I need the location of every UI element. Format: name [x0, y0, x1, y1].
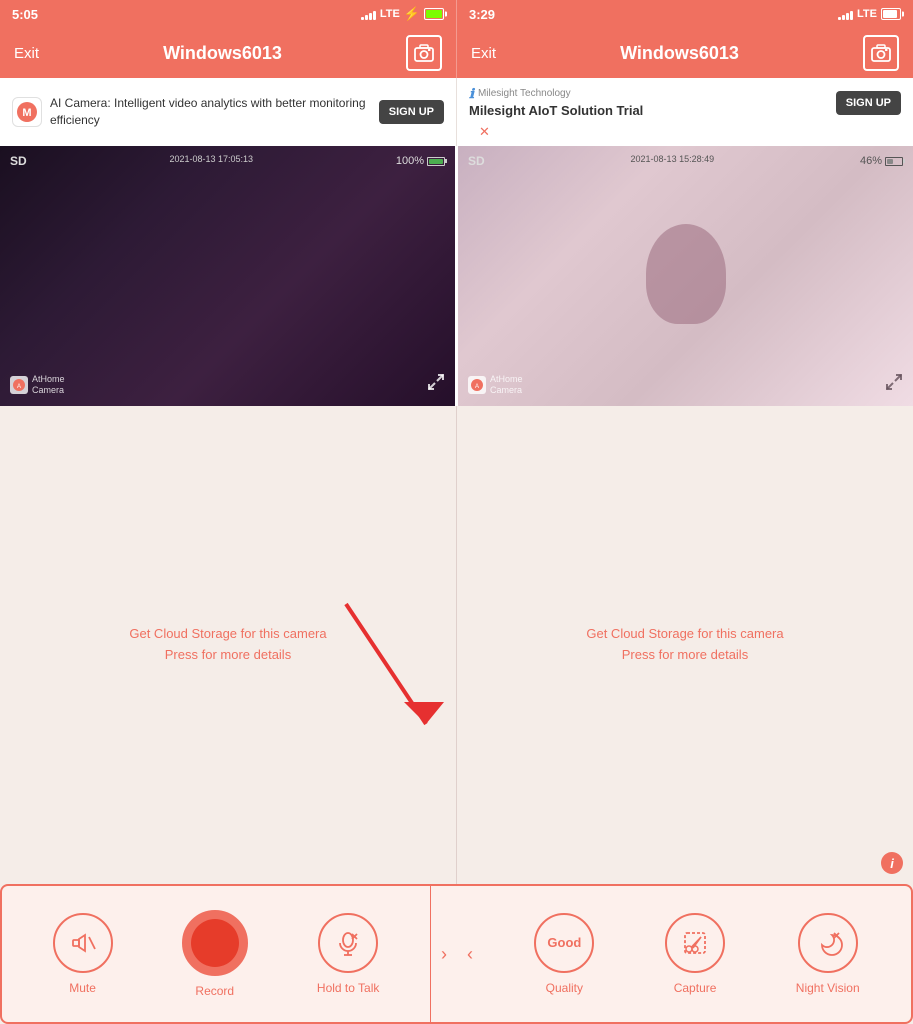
- brand-left: A AtHomeCamera: [10, 374, 65, 396]
- arrow-svg: [326, 594, 466, 754]
- cloud-storage-text-left[interactable]: Get Cloud Storage for this cameraPress f…: [129, 624, 326, 666]
- record-button[interactable]: Record: [182, 910, 248, 998]
- battery-pct-left: 100%: [396, 155, 424, 167]
- header-bar-right: Exit Windows6013: [456, 28, 913, 78]
- capture-label: Capture: [674, 981, 717, 995]
- title-left: Windows6013: [163, 43, 282, 64]
- exit-button-left[interactable]: Exit: [14, 45, 39, 62]
- mute-circle: [53, 913, 113, 973]
- datetime-right: 2021-08-13 15:28:49: [631, 154, 715, 168]
- hold-to-talk-label: Hold to Talk: [317, 981, 379, 995]
- battery-icon-right: [881, 8, 901, 20]
- video-info-top-left: SD 2021-08-13 17:05:13 100%: [0, 154, 455, 168]
- time-right: 3:29: [469, 7, 495, 22]
- video-left: SD 2021-08-13 17:05:13 100% A AtHomeCame…: [0, 146, 455, 406]
- brand-text-left: AtHomeCamera: [32, 374, 65, 396]
- capture-circle: [665, 913, 725, 973]
- sd-label-right: SD: [468, 154, 485, 168]
- bottom-toolbar: Mute Record Hold to Talk: [0, 884, 913, 1024]
- panel-right: Get Cloud Storage for this cameraPress f…: [456, 406, 913, 884]
- toolbar-right: Good Quality Capture: [483, 886, 911, 1022]
- status-bar-right: 3:29 LTE: [456, 0, 913, 28]
- ad-banner-left[interactable]: M AI Camera: Intelligent video analytics…: [0, 78, 456, 146]
- ad-close-right[interactable]: ✕: [479, 124, 490, 140]
- hold-to-talk-button[interactable]: Hold to Talk: [317, 913, 379, 995]
- camera-icon-right[interactable]: [863, 35, 899, 71]
- lte-label-left: LTE: [380, 8, 400, 20]
- night-vision-label: Night Vision: [796, 981, 860, 995]
- record-label: Record: [195, 984, 234, 998]
- camera-icon-left[interactable]: [406, 35, 442, 71]
- record-inner: [191, 919, 239, 967]
- signup-button-left[interactable]: SIGN UP: [379, 100, 444, 124]
- brand-icon-right: A: [468, 376, 486, 394]
- video-overlay-right: [458, 146, 913, 406]
- signal-icon-left: [361, 8, 376, 20]
- brand-text-right: AtHomeCamera: [490, 374, 523, 396]
- info-button[interactable]: i: [881, 852, 903, 874]
- panel-left: Get Cloud Storage for this cameraPress f…: [0, 406, 456, 884]
- nav-right-arrow[interactable]: ›: [431, 886, 457, 1022]
- record-circle: [182, 910, 248, 976]
- ad-text-right: Milesight AIoT Solution Trial: [469, 102, 643, 120]
- hold-to-talk-circle: [318, 913, 378, 973]
- video-right: SD 2021-08-13 15:28:49 46% A AtHomeCamer…: [455, 146, 913, 406]
- charging-icon-left: ⚡: [404, 6, 420, 22]
- expand-icon-right[interactable]: [885, 373, 903, 396]
- good-label: Good: [547, 936, 581, 950]
- panels-wrapper: Get Cloud Storage for this cameraPress f…: [0, 406, 913, 884]
- svg-text:A: A: [17, 384, 21, 390]
- status-bar-left: 5:05 LTE ⚡: [0, 0, 456, 28]
- video-battery-bar-left: [427, 157, 445, 166]
- datetime-left: 2021-08-13 17:05:13: [169, 154, 253, 168]
- status-bars: 5:05 LTE ⚡ 3:29 LTE: [0, 0, 913, 28]
- quality-label: Quality: [546, 981, 583, 995]
- ad-subtitle-right: Milesight Technology: [478, 87, 571, 101]
- ad-info-icon-right: ℹ: [469, 86, 474, 102]
- video-info-top-right: SD 2021-08-13 15:28:49 46%: [458, 154, 913, 168]
- signup-button-right[interactable]: SIGN UP: [836, 91, 901, 115]
- mute-label: Mute: [69, 981, 96, 995]
- cloud-storage-text-right[interactable]: Get Cloud Storage for this cameraPress f…: [586, 624, 783, 666]
- expand-icon-left[interactable]: [427, 373, 445, 396]
- video-areas: SD 2021-08-13 17:05:13 100% A AtHomeCame…: [0, 146, 913, 406]
- lte-label-right: LTE: [857, 8, 877, 20]
- ad-banner-right[interactable]: ℹ Milesight Technology Milesight AIoT So…: [456, 78, 913, 146]
- svg-text:A: A: [475, 384, 479, 390]
- video-overlay-left: [0, 146, 455, 406]
- night-vision-button[interactable]: Night Vision: [796, 913, 860, 995]
- header-bars: Exit Windows6013 Exit Windows6013: [0, 28, 913, 78]
- night-vision-circle: [798, 913, 858, 973]
- battery-pct-right: 46%: [860, 155, 882, 167]
- sd-label-left: SD: [10, 154, 27, 168]
- status-icons-left: LTE ⚡: [361, 6, 444, 22]
- ad-text-left: AI Camera: Intelligent video analytics w…: [50, 95, 371, 129]
- nav-left-arrow[interactable]: ‹: [457, 886, 483, 1022]
- toolbar-left: Mute Record Hold to Talk: [2, 886, 431, 1022]
- exit-button-right[interactable]: Exit: [471, 45, 496, 62]
- mute-button[interactable]: Mute: [53, 913, 113, 995]
- brand-icon-left: A: [10, 376, 28, 394]
- signal-icon-right: [838, 8, 853, 20]
- video-battery-bar-right: [885, 157, 903, 166]
- time-left: 5:05: [12, 7, 38, 22]
- status-icons-right: LTE: [838, 8, 901, 20]
- battery-icon-left: [424, 8, 444, 20]
- header-bar-left: Exit Windows6013: [0, 28, 456, 78]
- capture-button[interactable]: Capture: [665, 913, 725, 995]
- title-right: Windows6013: [620, 43, 739, 64]
- quality-circle: Good: [534, 913, 594, 973]
- brand-right: A AtHomeCamera: [468, 374, 523, 396]
- ad-logo-left: M: [12, 97, 42, 127]
- quality-button[interactable]: Good Quality: [534, 913, 594, 995]
- ad-banners: M AI Camera: Intelligent video analytics…: [0, 78, 913, 146]
- svg-text:M: M: [22, 107, 31, 119]
